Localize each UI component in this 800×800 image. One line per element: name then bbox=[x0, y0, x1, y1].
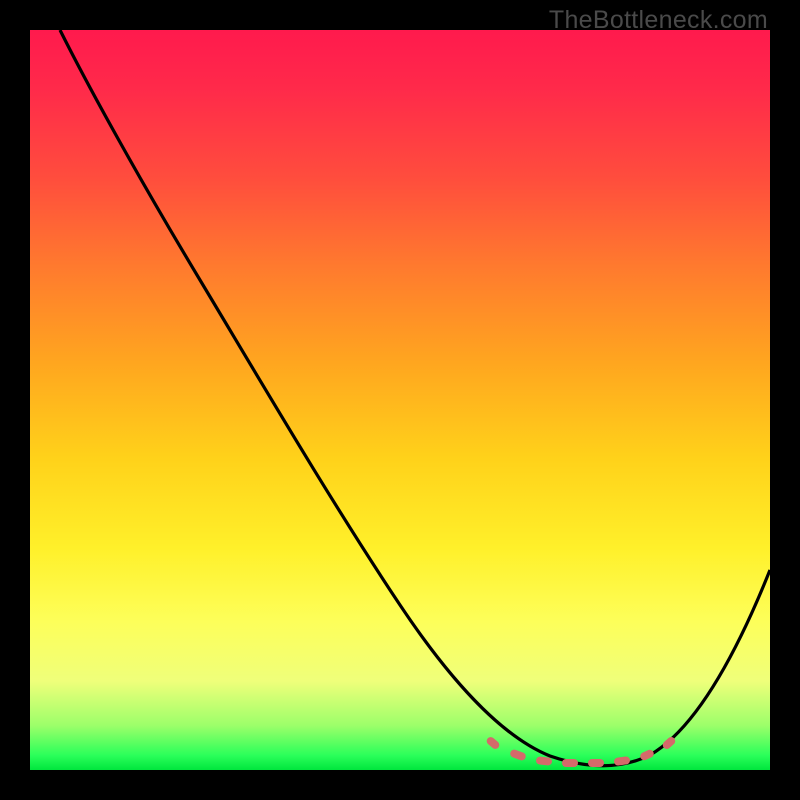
dash-segment bbox=[562, 759, 578, 767]
dash-segment bbox=[588, 759, 604, 767]
chart-stage: TheBottleneck.com bbox=[0, 0, 800, 800]
bottleneck-curve bbox=[30, 30, 770, 770]
dash-segment bbox=[536, 756, 553, 766]
highlight-dashes bbox=[486, 743, 686, 751]
plot-area bbox=[30, 30, 770, 770]
